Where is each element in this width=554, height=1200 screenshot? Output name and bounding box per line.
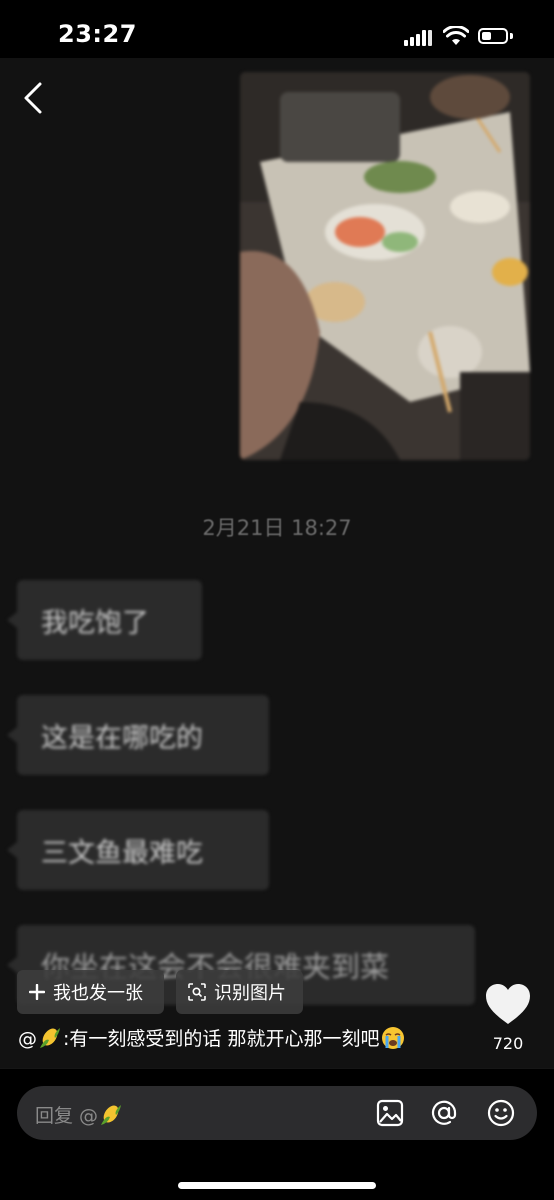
status-time: 23:27 (58, 20, 137, 48)
bottom-bar: 回复 @ (0, 1068, 554, 1200)
featured-comment[interactable]: @ :有一刻感受到的话 那就开心那一刻吧 (18, 1024, 468, 1051)
chat-timestamp: 2月21日 18:27 (202, 516, 352, 540)
home-indicator (178, 1182, 376, 1189)
reply-placeholder: 回复 @ (35, 1101, 124, 1128)
at-mention-icon[interactable] (429, 1098, 459, 1128)
crying-emoji-icon (382, 1027, 405, 1049)
wifi-icon (443, 26, 469, 45)
post-one-too-button[interactable]: 我也发一张 (17, 970, 164, 1014)
recognize-image-label: 识别图片 (214, 983, 286, 1004)
chat-bubble: 我吃饱了 (7, 580, 202, 660)
like-button[interactable]: 720 (484, 982, 532, 1062)
comment-text: :有一刻感受到的话 那就开心那一刻吧 (63, 1028, 380, 1050)
battery-icon (478, 28, 508, 44)
back-arrow-icon[interactable] (18, 80, 48, 116)
corn-emoji-icon (40, 1028, 60, 1048)
cellular-signal-icon (404, 30, 434, 46)
recognize-image-button[interactable]: 识别图片 (176, 970, 303, 1014)
comment-mention: @ (18, 1028, 37, 1050)
heart-icon (486, 984, 530, 1024)
image-picker-icon[interactable] (375, 1098, 405, 1128)
post-one-too-label: 我也发一张 (53, 983, 143, 1004)
corn-emoji-icon (101, 1105, 122, 1125)
plus-icon (29, 984, 45, 1000)
food-photo (240, 72, 530, 460)
chat-bubble: 三文鱼最难吃 (7, 810, 269, 890)
chat-bubble: 这是在哪吃的 (7, 695, 269, 775)
like-count: 720 (492, 1034, 524, 1053)
reply-input[interactable]: 回复 @ (17, 1086, 537, 1140)
emoji-picker-icon[interactable] (486, 1098, 516, 1128)
screen: 23:27 2月21日 18:27 我吃饱了 这是在哪吃的 三文鱼最难吃 你坐在… (0, 0, 554, 1200)
scan-icon (188, 983, 206, 1001)
